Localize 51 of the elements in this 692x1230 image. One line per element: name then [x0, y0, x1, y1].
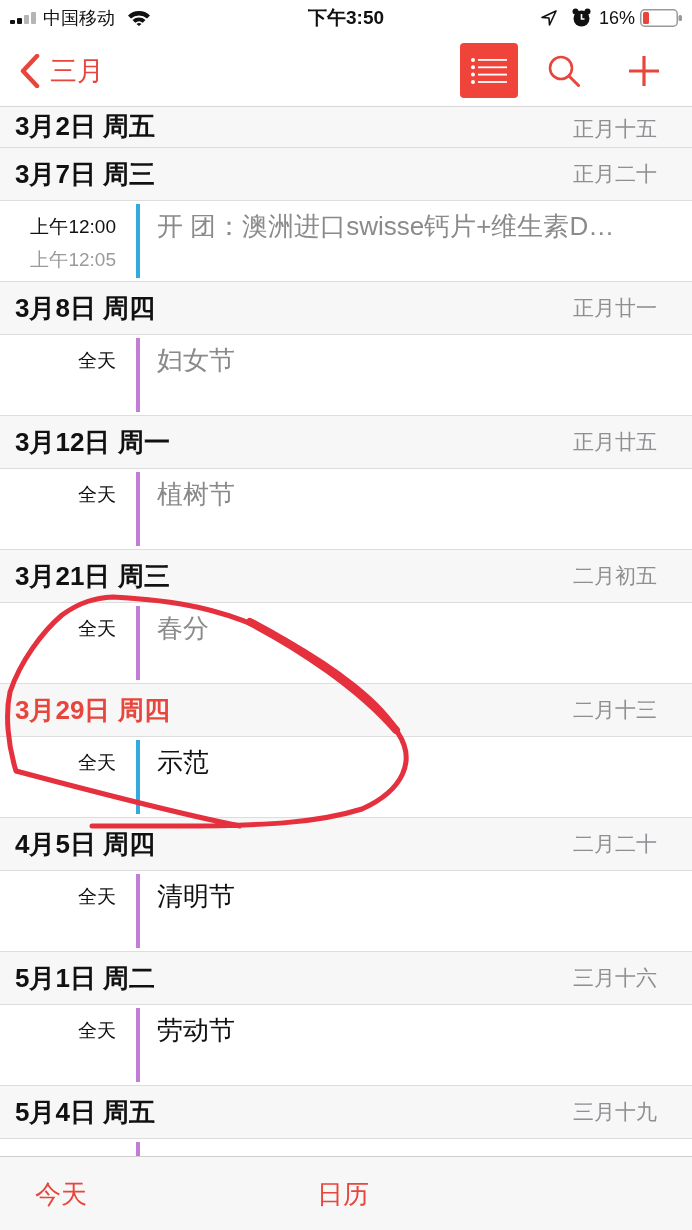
event-title[interactable]: 植树节 — [157, 480, 235, 508]
plus-icon — [628, 54, 660, 87]
event-title[interactable]: 劳动节 — [157, 1016, 235, 1044]
event-title[interactable]: 妇女节 — [157, 346, 235, 374]
event-title[interactable]: 示范 — [157, 748, 209, 776]
start-time: 全天 — [78, 350, 116, 372]
date-label: 3月2日 周五 — [15, 111, 156, 142]
location-arrow-icon — [540, 9, 557, 26]
end-time: 上午12:05 — [30, 249, 116, 271]
start-time: 全天 — [78, 752, 116, 774]
lunar-date: 正月十五 — [573, 116, 657, 142]
search-button[interactable] — [548, 54, 580, 87]
today-button[interactable]: 今天 — [35, 1177, 87, 1210]
event-title[interactable]: 清明节 — [157, 882, 235, 910]
wifi-icon — [128, 9, 150, 26]
start-time: 上午12:00 — [30, 216, 116, 238]
date-label: 5月4日 周五 — [15, 1096, 156, 1128]
calendars-button[interactable]: 日历 — [317, 1177, 369, 1210]
lunar-date: 正月廿五 — [573, 429, 657, 455]
start-time: 全天 — [78, 886, 116, 908]
alarm-clock-icon — [571, 8, 591, 27]
date-label: 4月5日 周四 — [15, 828, 156, 860]
date-label: 3月8日 周四 — [15, 292, 156, 324]
lunar-date: 三月十九 — [573, 1099, 657, 1125]
battery-icon — [640, 8, 682, 27]
event-title[interactable]: 开 团：澳洲进口swisse钙片+维生素D… — [157, 212, 615, 240]
start-time: 全天 — [78, 618, 116, 640]
carrier-name: 中国移动 — [43, 6, 115, 29]
search-icon — [548, 54, 580, 87]
add-button[interactable] — [628, 54, 660, 87]
lunar-date: 二月初五 — [573, 563, 657, 589]
start-time: 全天 — [78, 484, 116, 506]
date-label: 3月12日 周一 — [15, 426, 170, 458]
list-view-button[interactable] — [460, 43, 518, 98]
lunar-date: 二月十三 — [573, 697, 657, 723]
event-title[interactable]: 春分 — [157, 614, 209, 642]
lunar-date: 二月二十 — [573, 831, 657, 857]
lunar-date: 正月廿一 — [573, 295, 657, 321]
date-label: 3月29日 周四 — [15, 694, 170, 726]
signal-icon — [10, 11, 38, 24]
back-button[interactable]: 三月 — [20, 53, 104, 88]
lunar-date: 三月十六 — [573, 965, 657, 991]
lunar-date: 正月二十 — [573, 161, 657, 187]
date-label: 5月1日 周二 — [15, 962, 156, 994]
battery-percent: 16% — [598, 6, 635, 29]
list-icon — [471, 57, 507, 84]
date-label: 3月21日 周三 — [15, 560, 170, 592]
status-time: 下午3:50 — [308, 6, 384, 29]
chevron-left-icon — [20, 53, 40, 88]
date-label: 3月7日 周三 — [15, 158, 156, 190]
start-time: 全天 — [78, 1020, 116, 1042]
